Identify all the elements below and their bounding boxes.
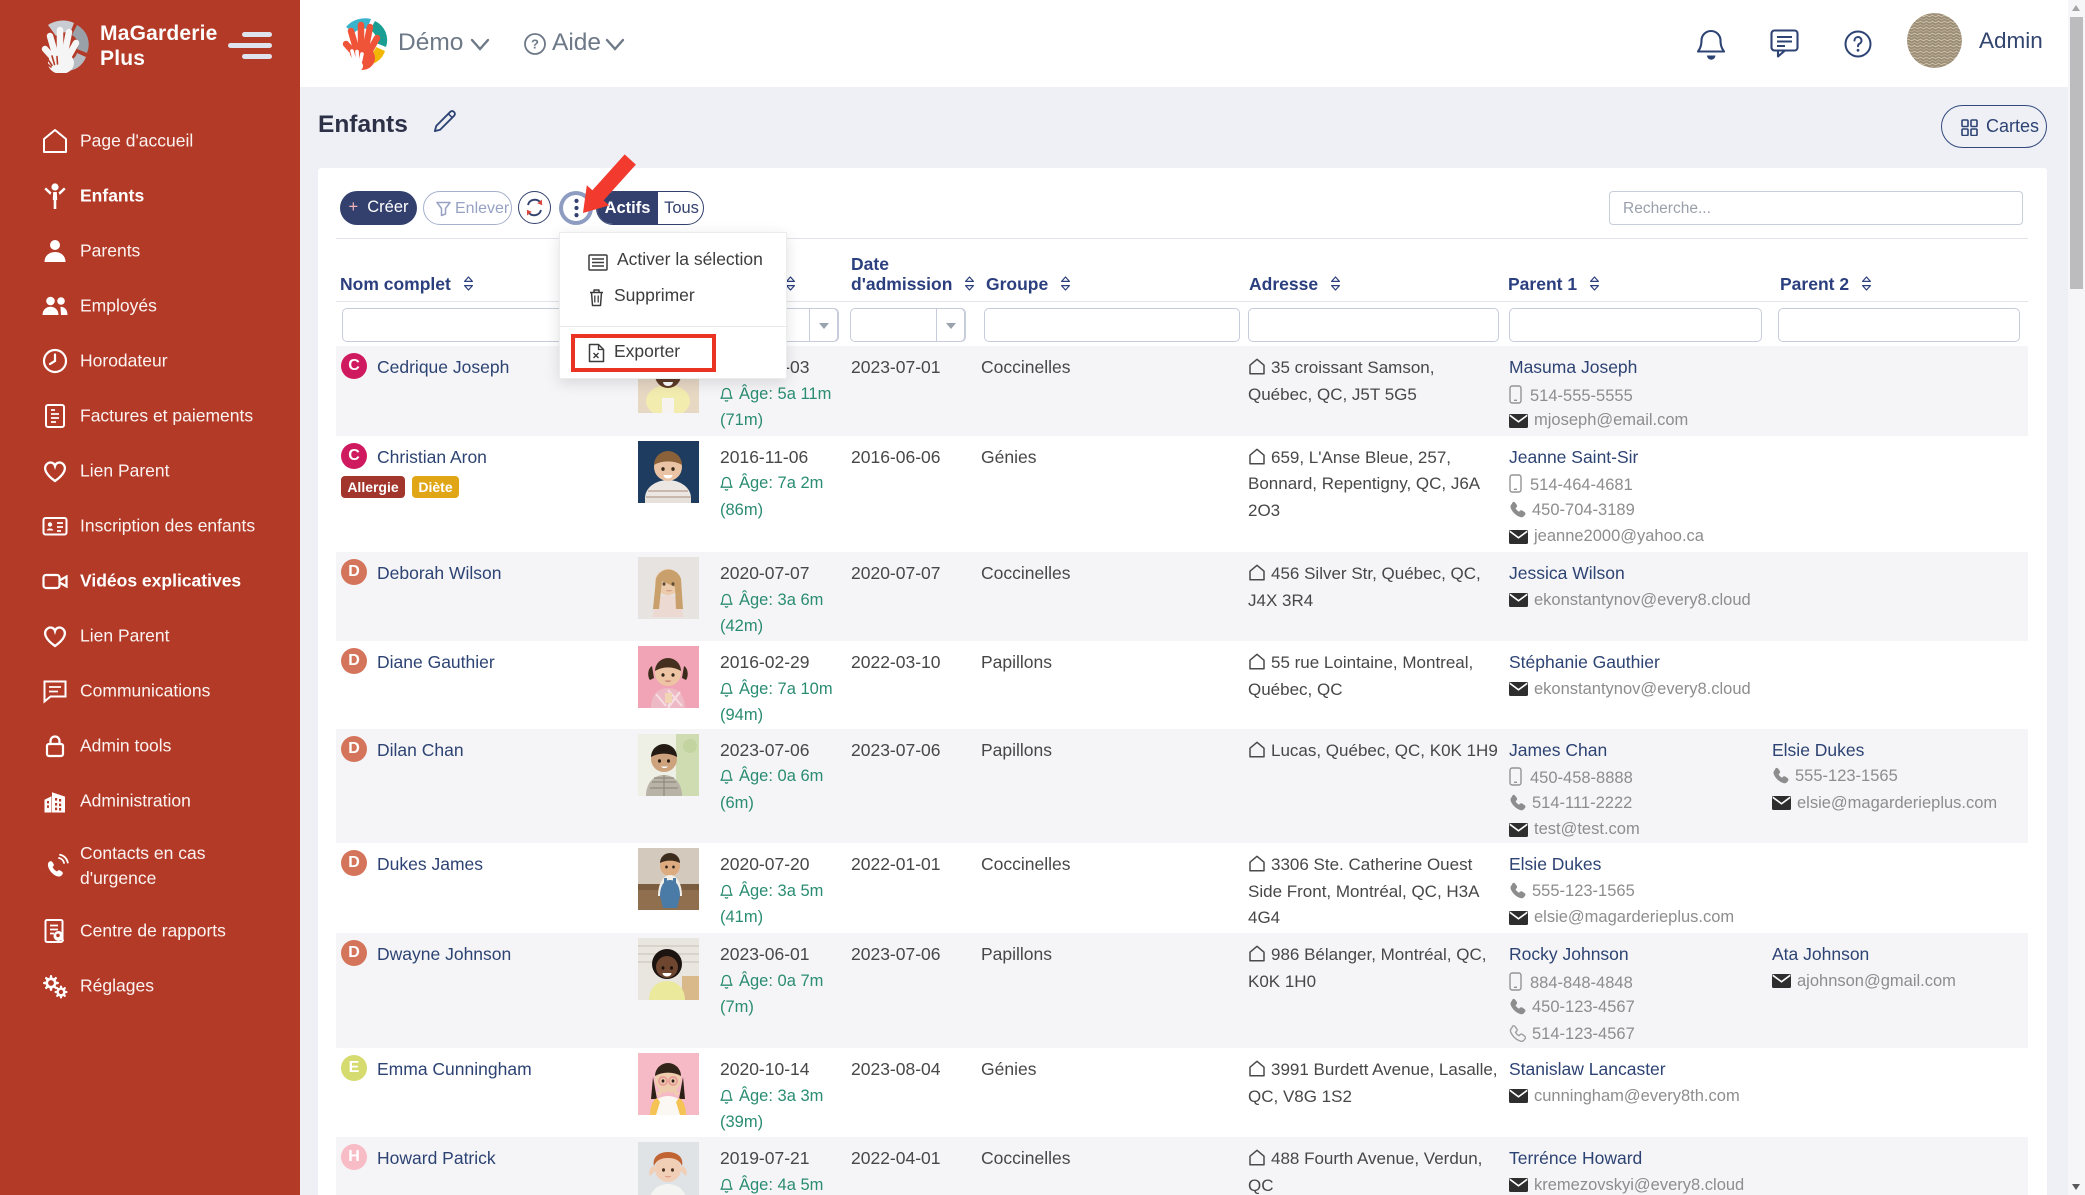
svg-text:?: ? — [531, 37, 539, 52]
